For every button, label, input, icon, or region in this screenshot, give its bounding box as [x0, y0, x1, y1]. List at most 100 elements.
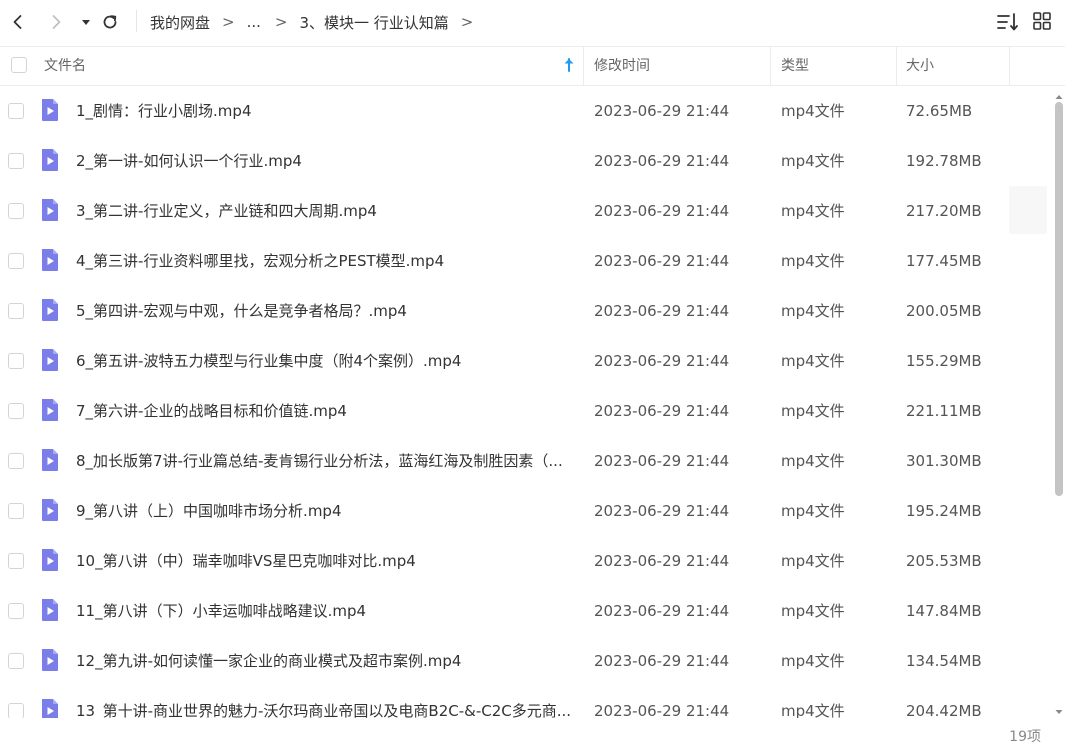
file-modified-time: 2023-06-29 21:44: [594, 352, 730, 370]
row-checkbox[interactable]: [8, 703, 24, 718]
table-row[interactable]: 6_第五讲-波特五力模型与行业集中度（附4个案例）.mp4 2023-06-29 …: [0, 336, 1050, 386]
file-size: 221.11MB: [906, 402, 982, 420]
file-type: mp4文件: [781, 652, 845, 670]
table-row[interactable]: 12_第九讲-如何读懂一家企业的商业模式及超市案例.mp4 2023-06-29 …: [0, 636, 1050, 686]
scroll-down-button[interactable]: [1053, 703, 1065, 715]
table-row[interactable]: 3_第二讲-行业定义，产业链和四大周期.mp4 2023-06-29 21:44 m…: [0, 186, 1050, 236]
breadcrumb-ellipsis[interactable]: ...: [247, 13, 261, 31]
scroll-up-button[interactable]: [1053, 88, 1065, 100]
row-checkbox[interactable]: [8, 553, 24, 569]
row-checkbox[interactable]: [8, 653, 24, 669]
file-type: mp4文件: [781, 552, 845, 570]
video-file-icon: [42, 599, 58, 621]
video-file-icon: [42, 499, 58, 521]
file-type: mp4文件: [781, 102, 845, 120]
table-row[interactable]: 13_第十讲-商业世界的魅力-沃尔玛商业帝国以及电商B2C-&-C2C多元商..…: [0, 686, 1050, 718]
file-modified-time: 2023-06-29 21:44: [594, 502, 730, 520]
file-type: mp4文件: [781, 402, 845, 420]
video-file-icon: [42, 549, 58, 571]
file-name[interactable]: 7_第六讲-企业的战略目标和价值链.mp4: [76, 386, 576, 436]
file-name[interactable]: 5_第四讲-宏观与中观，什么是竞争者格局？.mp4: [76, 286, 576, 336]
file-size: 192.78MB: [906, 152, 982, 170]
video-file-icon: [42, 299, 58, 321]
chevron-left-icon: [13, 15, 22, 29]
column-divider[interactable]: [1009, 47, 1010, 85]
column-header-type[interactable]: 类型: [781, 47, 809, 85]
file-modified-time: 2023-06-29 21:44: [594, 452, 730, 470]
table-row[interactable]: 10_第八讲（中）瑞幸咖啡VS星巴克咖啡对比.mp4 2023-06-29 21:…: [0, 536, 1050, 586]
row-checkbox[interactable]: [8, 253, 24, 269]
file-list: 1_剧情：行业小剧场.mp4 2023-06-29 21:44 mp4文件 72.65…: [0, 86, 1050, 718]
video-file-icon: [42, 399, 58, 421]
file-name[interactable]: 11_第八讲（下）小幸运咖啡战略建议.mp4: [76, 586, 576, 636]
file-size: 200.05MB: [906, 302, 982, 320]
file-modified-time: 2023-06-29 21:44: [594, 152, 730, 170]
table-row[interactable]: 4_第三讲-行业资料哪里找，宏观分析之PEST模型.mp4 2023-06-29 …: [0, 236, 1050, 286]
table-row[interactable]: 5_第四讲-宏观与中观，什么是竞争者格局？.mp4 2023-06-29 21:4…: [0, 286, 1050, 336]
back-button[interactable]: [4, 8, 32, 36]
file-name[interactable]: 10_第八讲（中）瑞幸咖啡VS星巴克咖啡对比.mp4: [76, 536, 576, 586]
file-size: 205.53MB: [906, 552, 982, 570]
row-checkbox[interactable]: [8, 403, 24, 419]
row-checkbox[interactable]: [8, 603, 24, 619]
breadcrumb-separator: >: [460, 13, 474, 31]
breadcrumb-current[interactable]: 3、模块一 行业认知篇: [299, 12, 448, 33]
video-file-icon: [42, 449, 58, 471]
file-size: 204.42MB: [906, 702, 982, 718]
column-divider[interactable]: [896, 47, 897, 85]
video-file-icon: [42, 349, 58, 371]
row-checkbox[interactable]: [8, 303, 24, 319]
file-name[interactable]: 6_第五讲-波特五力模型与行业集中度（附4个案例）.mp4: [76, 336, 576, 386]
table-row[interactable]: 8_加长版第7讲-行业篇总结-麦肯锡行业分析法，蓝海红海及制胜因素（... 202…: [0, 436, 1050, 486]
row-checkbox[interactable]: [8, 153, 24, 169]
file-name[interactable]: 4_第三讲-行业资料哪里找，宏观分析之PEST模型.mp4: [76, 236, 576, 286]
column-header-modified[interactable]: 修改时间: [594, 47, 650, 85]
sort-ascending-indicator[interactable]: [562, 57, 576, 77]
file-size: 301.30MB: [906, 452, 982, 470]
row-checkbox[interactable]: [8, 203, 24, 219]
column-divider[interactable]: [770, 47, 771, 85]
column-header-size[interactable]: 大小: [906, 47, 934, 85]
row-checkbox[interactable]: [8, 503, 24, 519]
breadcrumb-root[interactable]: 我的网盘: [150, 12, 210, 33]
file-modified-time: 2023-06-29 21:44: [594, 602, 730, 620]
file-name[interactable]: 8_加长版第7讲-行业篇总结-麦肯锡行业分析法，蓝海红海及制胜因素（...: [76, 436, 576, 486]
select-all-checkbox[interactable]: [11, 57, 27, 73]
file-name[interactable]: 3_第二讲-行业定义，产业链和四大周期.mp4: [76, 186, 576, 236]
file-modified-time: 2023-06-29 21:44: [594, 252, 730, 270]
scrollbar-thumb[interactable]: [1055, 102, 1063, 496]
table-row[interactable]: 9_第八讲（上）中国咖啡市场分析.mp4 2023-06-29 21:44 mp4文…: [0, 486, 1050, 536]
file-type: mp4文件: [781, 352, 845, 370]
file-name[interactable]: 2_第一讲-如何认识一个行业.mp4: [76, 136, 576, 186]
row-checkbox[interactable]: [8, 103, 24, 119]
row-checkbox[interactable]: [8, 353, 24, 369]
video-file-icon: [42, 649, 58, 671]
file-type: mp4文件: [781, 452, 845, 470]
file-name[interactable]: 1_剧情：行业小剧场.mp4: [76, 86, 576, 136]
file-size: 217.20MB: [906, 202, 982, 220]
table-row[interactable]: 11_第八讲（下）小幸运咖啡战略建议.mp4 2023-06-29 21:44 mp…: [0, 586, 1050, 636]
table-row[interactable]: 1_剧情：行业小剧场.mp4 2023-06-29 21:44 mp4文件 72.65…: [0, 86, 1050, 136]
column-header-name[interactable]: 文件名: [44, 47, 86, 85]
file-modified-time: 2023-06-29 21:44: [594, 302, 730, 320]
toolbar: 我的网盘 > ... > 3、模块一 行业认知篇 >: [0, 0, 1065, 44]
video-file-icon: [42, 699, 58, 718]
file-type: mp4文件: [781, 302, 845, 320]
file-name[interactable]: 13_第十讲-商业世界的魅力-沃尔玛商业帝国以及电商B2C-&-C2C多元商..…: [76, 686, 576, 718]
file-size: 72.65MB: [906, 102, 973, 120]
sort-list-icon: [997, 13, 1018, 31]
row-checkbox[interactable]: [8, 453, 24, 469]
table-row[interactable]: 7_第六讲-企业的战略目标和价值链.mp4 2023-06-29 21:44 mp4…: [0, 386, 1050, 436]
refresh-button[interactable]: [96, 8, 124, 36]
forward-button[interactable]: [42, 8, 70, 36]
file-type: mp4文件: [781, 202, 845, 220]
status-bar: 19项: [0, 718, 1065, 751]
sort-button[interactable]: [996, 10, 1020, 36]
caret-down-icon: [1055, 710, 1063, 714]
grid-view-button[interactable]: [1032, 10, 1054, 36]
file-name[interactable]: 12_第九讲-如何读懂一家企业的商业模式及超市案例.mp4: [76, 636, 576, 686]
file-name[interactable]: 9_第八讲（上）中国咖啡市场分析.mp4: [76, 486, 576, 536]
file-size: 134.54MB: [906, 652, 982, 670]
table-row[interactable]: 2_第一讲-如何认识一个行业.mp4 2023-06-29 21:44 mp4文件 1…: [0, 136, 1050, 186]
column-divider[interactable]: [583, 47, 584, 85]
